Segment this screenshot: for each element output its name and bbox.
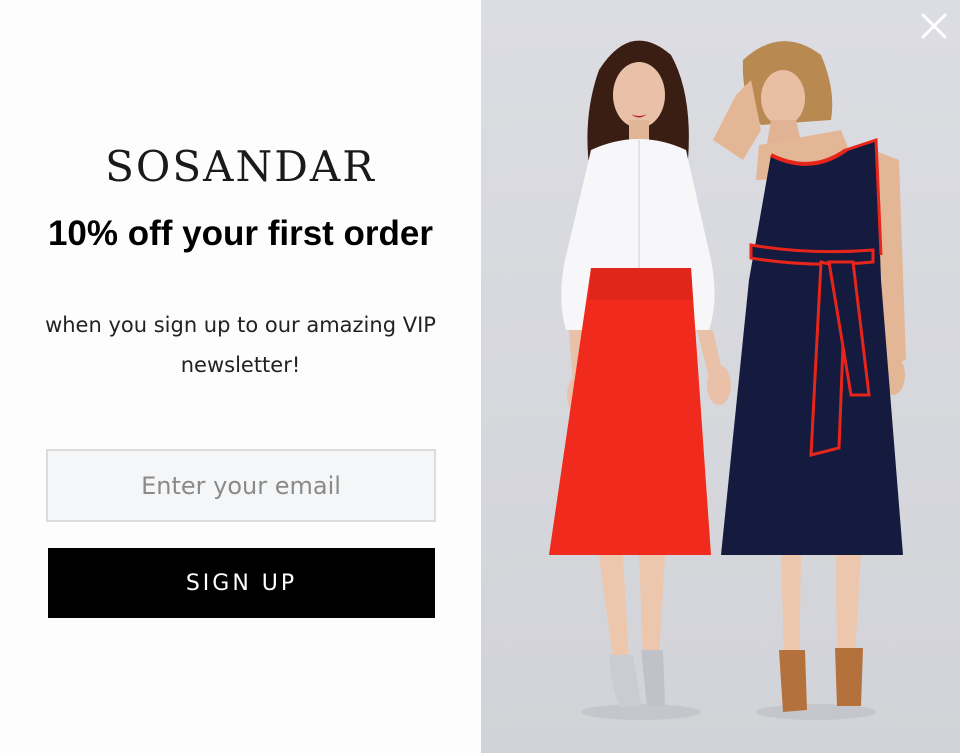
close-icon[interactable]: [918, 10, 950, 42]
offer-headline: 10% off your first order: [47, 214, 434, 253]
popup-content-panel: SOSANDAR 10% off your first order when y…: [0, 0, 481, 753]
sign-up-button[interactable]: SIGN UP: [48, 548, 435, 618]
newsletter-popup: SOSANDAR 10% off your first order when y…: [0, 0, 960, 753]
email-input[interactable]: [46, 449, 436, 522]
model-photo-panel: [481, 0, 960, 753]
models-photo: [481, 0, 960, 753]
brand-logo: SOSANDAR: [105, 142, 376, 191]
offer-subline: when you sign up to our amazing VIP news…: [45, 313, 436, 377]
